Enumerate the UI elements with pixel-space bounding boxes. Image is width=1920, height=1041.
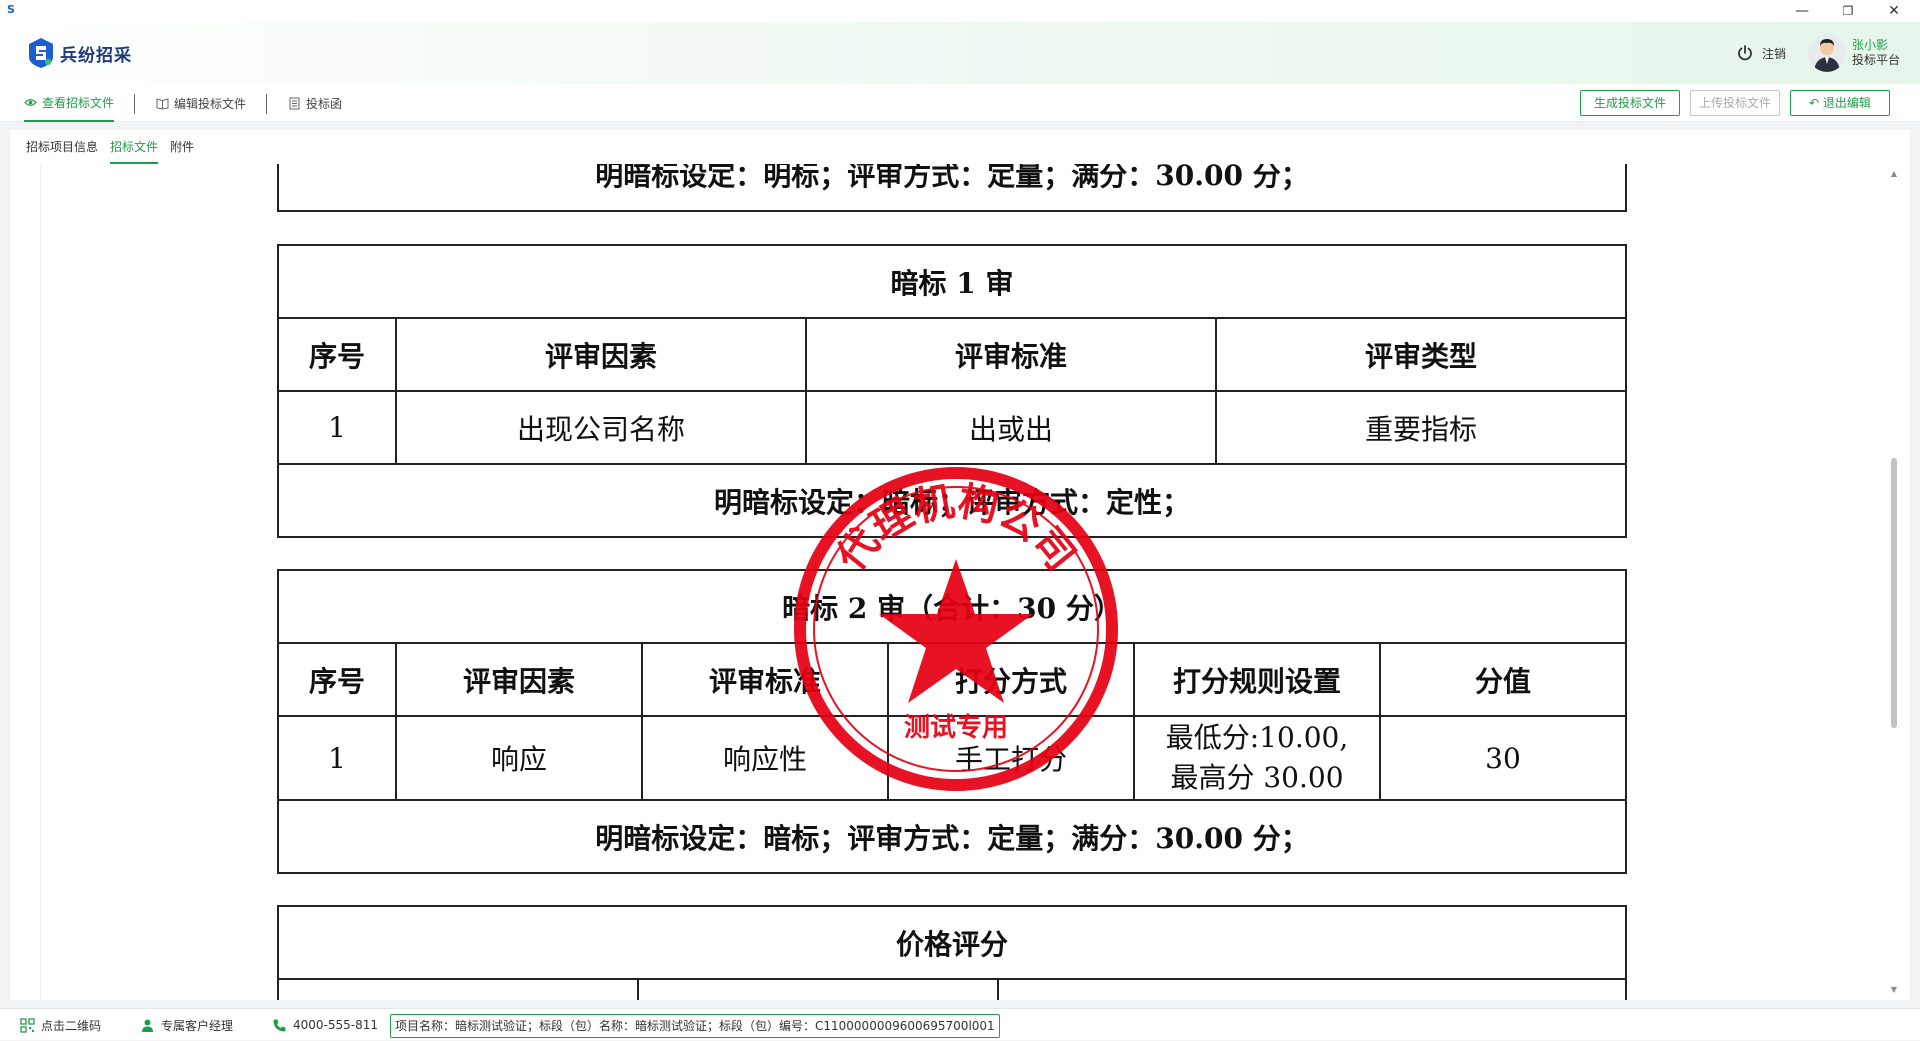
logo-mark-icon bbox=[29, 38, 53, 68]
document-icon bbox=[289, 97, 300, 109]
table-header-cell: 分值 bbox=[1379, 642, 1627, 717]
dark-review-1-table: 暗标 1 审 序号 评审因素 评审标准 评审类型 1 出现公司名称 出或出 重要… bbox=[277, 244, 1627, 538]
phone-number: 4000-555-811 bbox=[293, 1018, 379, 1032]
restore-button[interactable]: ❐ bbox=[1826, 0, 1870, 22]
user-icon bbox=[142, 1019, 153, 1032]
tab-edit-bid-file[interactable]: 编辑投标文件 bbox=[156, 84, 246, 122]
tab-view-tender-file[interactable]: 查看招标文件 bbox=[24, 84, 115, 122]
account-manager-label: 专属客户经理 bbox=[161, 1018, 234, 1033]
scroll-up-icon[interactable]: ▲ bbox=[1888, 168, 1900, 180]
document-scrollbar[interactable]: ▲ ▼ bbox=[1888, 168, 1900, 996]
table-cell: 手工打分 bbox=[887, 715, 1135, 801]
logo-text: 兵纷招采 bbox=[60, 45, 132, 66]
table-cell: 重要指标 bbox=[1215, 390, 1627, 465]
document-subtabs: 招标项目信息 招标文件 附件 bbox=[10, 130, 1910, 164]
status-bar: 点击二维码 专属客户经理 4000-555-811 项目名称：暗标测试验证；标段… bbox=[0, 1008, 1920, 1040]
subtab-project-info[interactable]: 招标项目信息 bbox=[26, 130, 98, 164]
power-icon bbox=[1738, 45, 1752, 61]
eye-icon bbox=[24, 98, 37, 106]
qr-code-button[interactable]: 点击二维码 bbox=[20, 1009, 101, 1041]
table-cell: 30 bbox=[1379, 715, 1627, 801]
score-rule-min: 最低分:10.00, bbox=[1165, 721, 1349, 754]
table-cell bbox=[997, 978, 1627, 1000]
table-header-cell: 评审类型 bbox=[1215, 317, 1627, 392]
table-footer: 明暗标设定：暗标；评审方式：定量；满分：30.00 分； bbox=[277, 799, 1627, 874]
document-viewer[interactable]: 明暗标设定：明标；评审方式：定量；满分：30.00 分； 暗标 1 审 序号 评… bbox=[10, 164, 1910, 1000]
logout-label: 注销 bbox=[1762, 46, 1787, 61]
table-header-cell: 评审因素 bbox=[395, 642, 643, 717]
avatar[interactable] bbox=[1808, 34, 1846, 72]
toolbar-divider bbox=[266, 94, 267, 114]
qr-code-label: 点击二维码 bbox=[41, 1018, 102, 1033]
table-header-cell: 序号 bbox=[277, 642, 397, 717]
account-manager-button[interactable]: 专属客户经理 bbox=[140, 1009, 233, 1041]
score-rule-max: 最高分 30.00 bbox=[1170, 761, 1344, 794]
window-titlebar: S — ❐ ✕ bbox=[0, 0, 1920, 22]
table-cell: 响应性 bbox=[641, 715, 889, 801]
scroll-down-icon[interactable]: ▼ bbox=[1888, 984, 1900, 996]
subtab-attachments[interactable]: 附件 bbox=[170, 130, 194, 164]
table-header-cell: 评审标准 bbox=[805, 317, 1217, 392]
app-icon: S bbox=[7, 3, 15, 16]
user-role: 投标平台 bbox=[1852, 53, 1901, 67]
table-title: 暗标 2 审（合计：30 分） bbox=[277, 569, 1627, 644]
upload-bid-file-button[interactable]: 上传投标文件 bbox=[1690, 90, 1780, 116]
phone-contact[interactable]: 4000-555-811 bbox=[272, 1009, 378, 1041]
table-row: 1 出现公司名称 出或出 重要指标 bbox=[277, 390, 1627, 465]
app-logo: 兵纷招采 bbox=[28, 36, 132, 70]
qr-code-icon bbox=[20, 1017, 35, 1033]
table-cell: 1 bbox=[277, 390, 397, 465]
user-avatar-icon bbox=[1814, 39, 1840, 72]
table-cell: 出或出 bbox=[805, 390, 1217, 465]
logout-button[interactable]: 注销 bbox=[1736, 44, 1786, 62]
minimize-button[interactable]: — bbox=[1780, 0, 1824, 22]
table-header-cell: 序号 bbox=[277, 317, 397, 392]
tab-view-tender-file-label: 查看招标文件 bbox=[42, 95, 115, 110]
table-title: 价格评分 bbox=[277, 905, 1627, 980]
table-row: 1 响应 响应性 手工打分 最低分:10.00, 最高分 30.00 30 bbox=[277, 715, 1627, 801]
subtab-tender-file[interactable]: 招标文件 bbox=[110, 130, 159, 164]
undo-arrow-icon: ↶ bbox=[1809, 96, 1823, 110]
tab-bid-letter[interactable]: 投标函 bbox=[288, 84, 342, 122]
tab-edit-bid-file-label: 编辑投标文件 bbox=[174, 96, 247, 111]
exit-edit-label: 退出编辑 bbox=[1822, 96, 1871, 110]
review-table-top-partial: 明暗标设定：明标；评审方式：定量；满分：30.00 分； bbox=[277, 164, 1627, 212]
close-button[interactable]: ✕ bbox=[1872, 0, 1916, 22]
table-header-cell: 评审因素 bbox=[395, 317, 807, 392]
tab-bid-letter-label: 投标函 bbox=[306, 96, 343, 111]
app-header: 兵纷招采 注销 张小影 投标平台 bbox=[0, 22, 1920, 84]
user-name: 张小影 bbox=[1852, 38, 1889, 52]
toolbar-divider bbox=[134, 94, 135, 114]
phone-icon bbox=[273, 1019, 286, 1031]
exit-edit-button[interactable]: ↶ 退出编辑 bbox=[1790, 90, 1890, 116]
project-info-badge: 项目名称：暗标测试验证；标段（包）名称：暗标测试验证；标段（包）编号：C1100… bbox=[390, 1014, 1000, 1038]
table-header-cell: 打分规则设置 bbox=[1133, 642, 1381, 717]
table-cell: 1 bbox=[277, 715, 397, 801]
scrollbar-thumb[interactable] bbox=[1891, 458, 1897, 728]
table-cell: 出现公司名称 bbox=[395, 390, 807, 465]
table-footer: 明暗标设定：明标；评审方式：定量；满分：30.00 分； bbox=[277, 164, 1627, 212]
dark-review-2-table: 暗标 2 审（合计：30 分） 序号 评审因素 评审标准 打分方式 打分规则设置… bbox=[277, 569, 1627, 874]
main-toolbar: 查看招标文件 编辑投标文件 投标函 生成投标文件 上传投标文件 ↶ 退出编辑 bbox=[0, 84, 1920, 122]
table-header-cell: 打分方式 bbox=[887, 642, 1135, 717]
table-cell: 最低分:10.00, 最高分 30.00 bbox=[1133, 715, 1381, 801]
table-title: 暗标 1 审 bbox=[277, 244, 1627, 319]
table-cell bbox=[637, 978, 999, 1000]
table-cell: 响应 bbox=[395, 715, 643, 801]
table-footer: 明暗标设定：暗标；评审方式：定性； bbox=[277, 463, 1627, 538]
table-cell bbox=[277, 978, 639, 1000]
book-icon bbox=[156, 97, 169, 110]
generate-bid-file-button[interactable]: 生成投标文件 bbox=[1580, 90, 1680, 116]
table-header-cell: 评审标准 bbox=[641, 642, 889, 717]
price-review-table: 价格评分 bbox=[277, 905, 1627, 1000]
